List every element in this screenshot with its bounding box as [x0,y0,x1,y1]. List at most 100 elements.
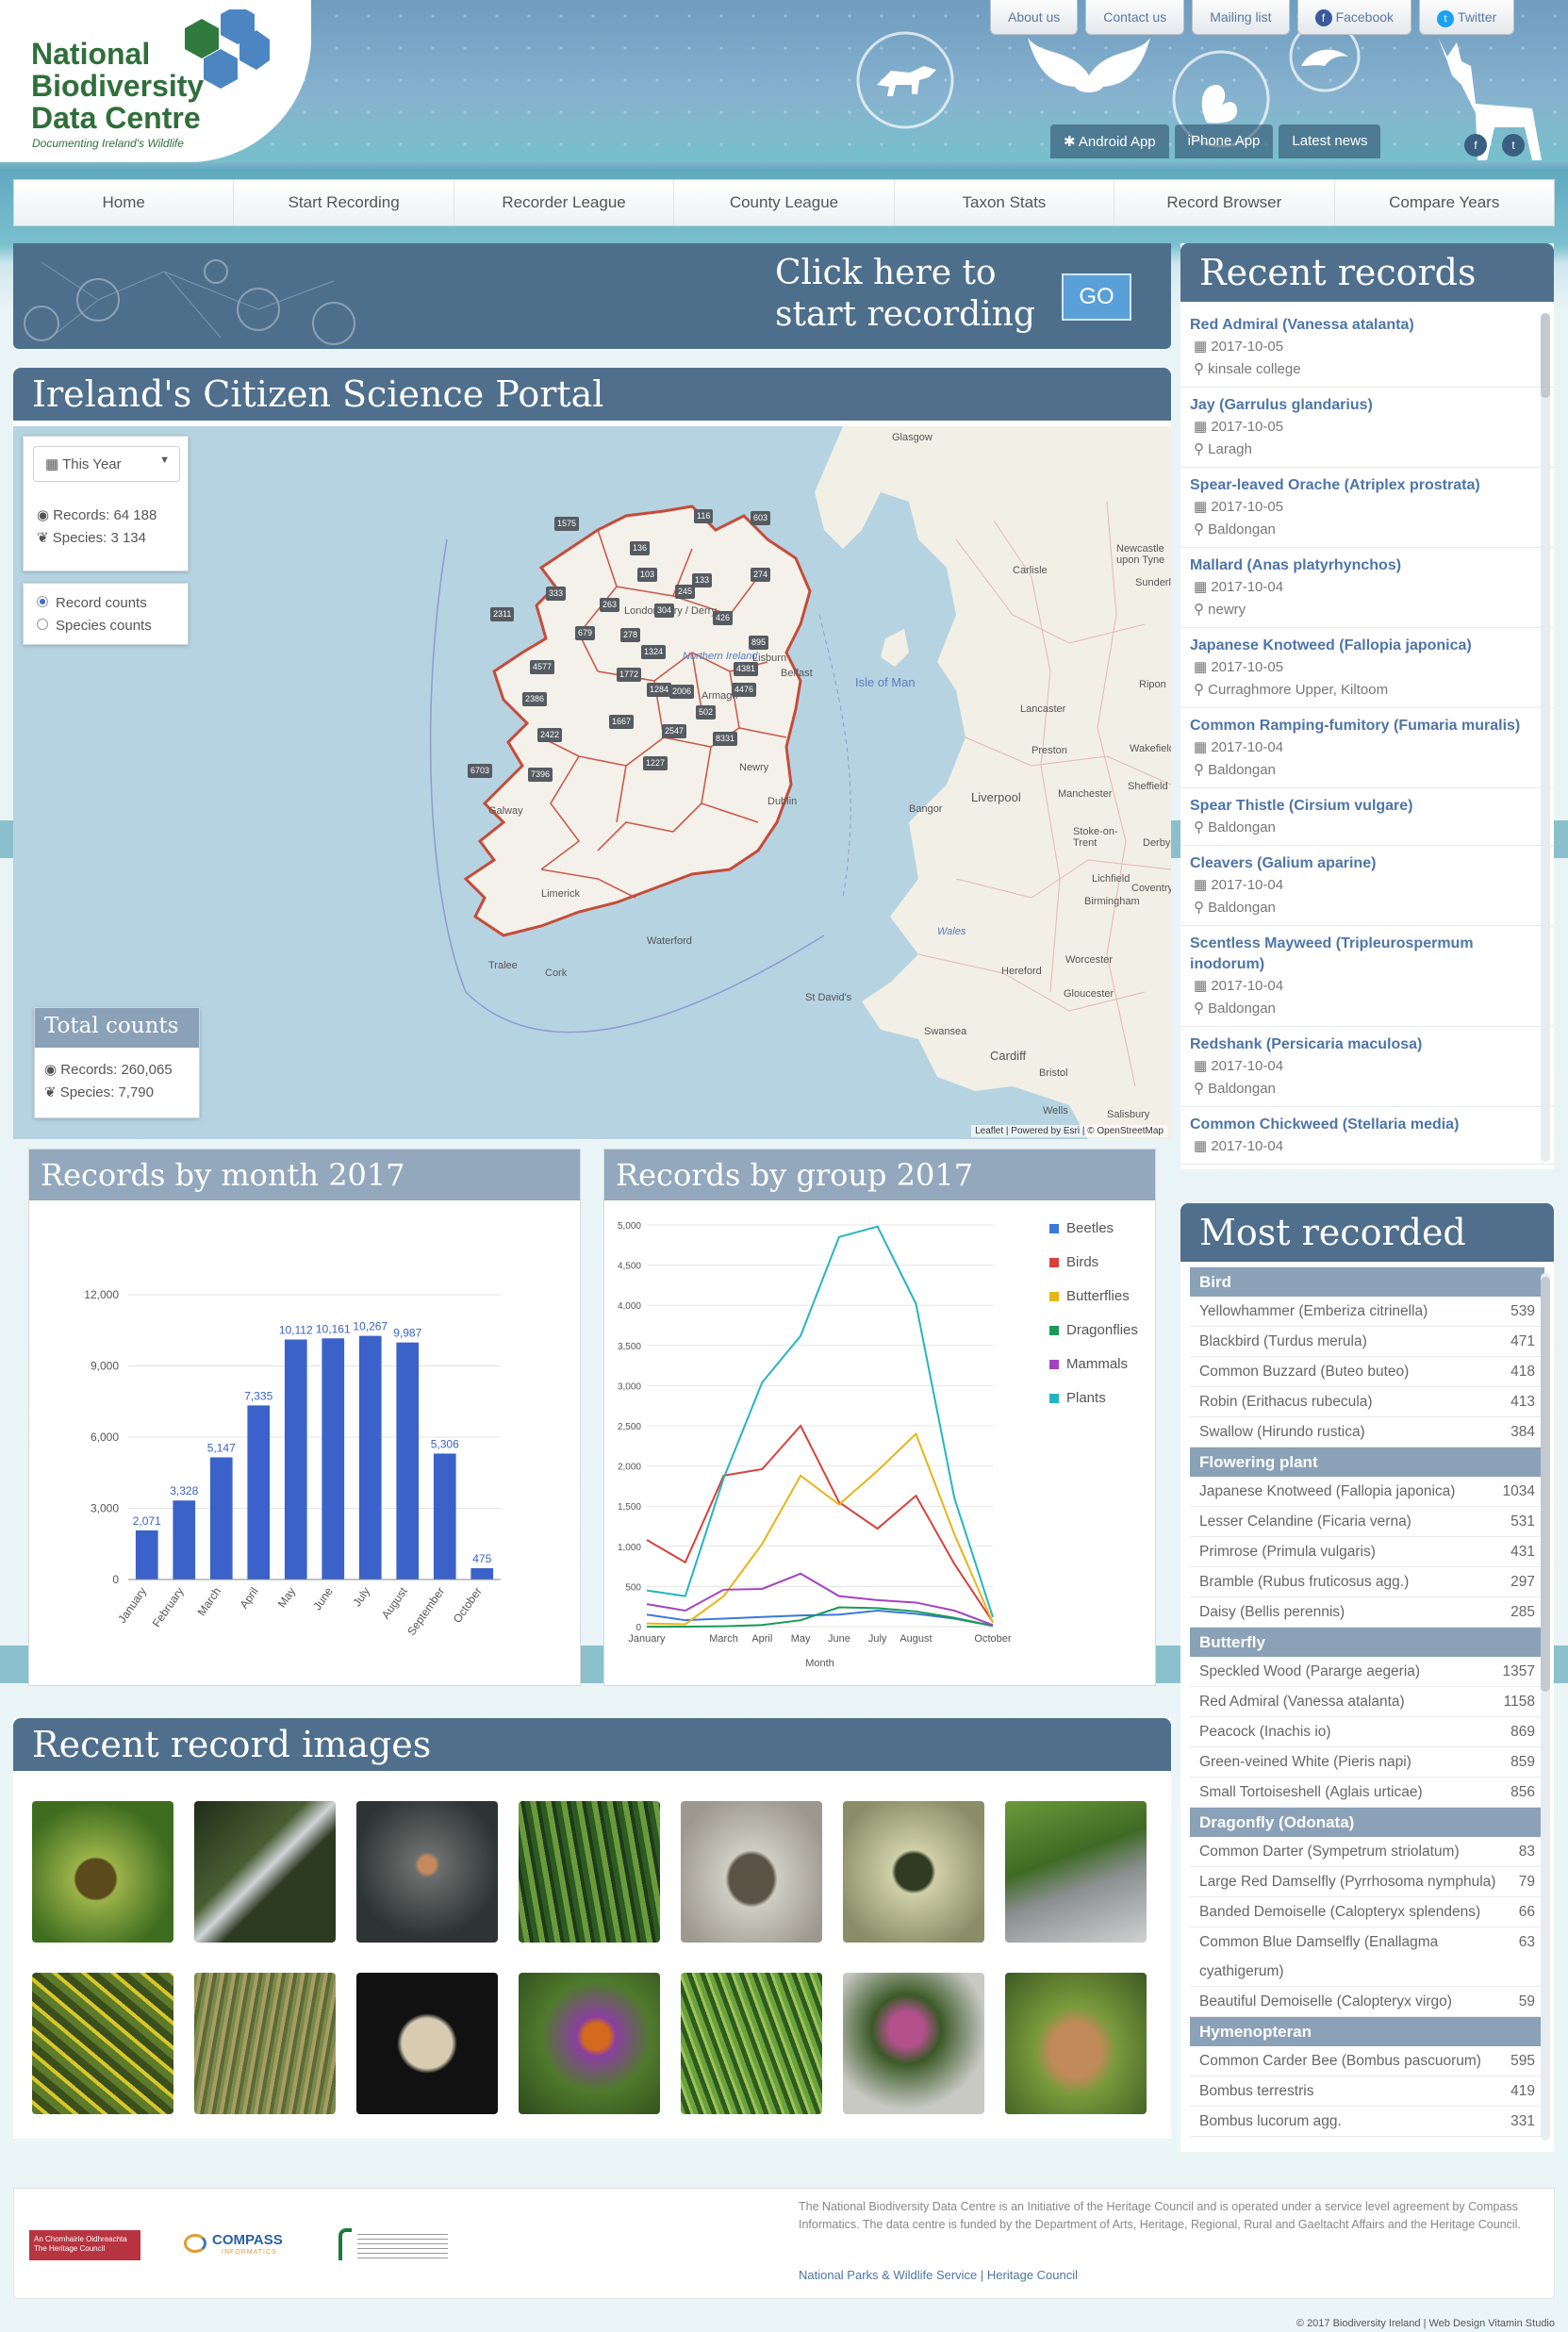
most-recorded-item[interactable]: Yellowhammer (Emberiza citrinella) 539 [1190,1297,1544,1327]
most-recorded-list[interactable]: Bird Yellowhammer (Emberiza citrinella) 53… [1180,1267,1554,2163]
count-marker[interactable]: 2006 [669,685,695,699]
record-image-thumbnail[interactable] [843,1973,984,2114]
count-marker[interactable]: 2386 [522,692,548,706]
count-marker[interactable]: 136 [630,541,651,555]
species-name[interactable]: Banded Demoiselle (Calopteryx splendens) [1199,1897,1480,1927]
recent-records-list[interactable]: Red Admiral (Vanessa atalanta) ▦ 2017-10-… [1180,307,1554,1169]
species-name[interactable]: Speckled Wood (Pararge aegeria) [1199,1657,1420,1686]
record-image-thumbnail[interactable] [194,1973,336,2114]
species-name[interactable]: Japanese Knotweed (Fallopia japonica) [1199,1477,1455,1506]
radio-unchecked[interactable] [37,619,48,630]
species-name[interactable]: Lesser Celandine (Ficaria verna) [1199,1507,1411,1536]
npws-link[interactable]: National Parks & Wildlife Service [799,2268,977,2282]
species-name[interactable]: Common Darter (Sympetrum striolatum) [1199,1837,1460,1866]
record-species-name[interactable]: Spear-leaved Orache (Atriplex prostrata) [1190,475,1544,496]
compass-logo[interactable]: COMPASS INFORMATICS [184,2230,305,2260]
record-image-thumbnail[interactable] [1005,1801,1147,1943]
count-marker[interactable]: 274 [751,568,771,582]
count-marker[interactable]: 304 [654,604,675,618]
record-species-name[interactable]: Mallard (Anas platyrhynchos) [1190,555,1544,576]
radio-checked[interactable] [37,596,48,607]
most-recorded-item[interactable]: Common Blue Damselfly (Enallagma cyathig… [1190,1927,1544,1987]
most-recorded-item[interactable]: Primrose (Primula vulgaris) 431 [1190,1537,1544,1567]
species-name[interactable]: Peacock (Inachis io) [1199,1717,1331,1746]
recent-record-item[interactable]: Scentless Mayweed (Tripleurospermum inod… [1180,926,1554,1027]
map[interactable]: Glasgow Newcastle upon Tyne Carlisle Sun… [13,426,1171,1139]
nav-recorder-league[interactable]: Recorder League [454,180,675,225]
count-marker[interactable]: 895 [749,636,769,650]
about-us-link[interactable]: About us [990,0,1079,35]
record-species-name[interactable]: Jay (Garrulus glandarius) [1190,395,1544,416]
count-marker[interactable]: 2422 [537,728,563,742]
species-name[interactable]: Swallow (Hirundo rustica) [1199,1417,1365,1447]
record-image-thumbnail[interactable] [519,1973,660,2114]
species-name[interactable]: Bombus lucorum agg. [1199,2107,1342,2136]
species-counts-radio[interactable]: Species counts [37,618,152,634]
go-button[interactable]: GO [1062,273,1131,321]
count-marker[interactable]: 426 [713,611,734,625]
most-recorded-item[interactable]: Robin (Erithacus rubecula) 413 [1190,1387,1544,1417]
species-name[interactable]: Yellowhammer (Emberiza citrinella) [1199,1297,1428,1326]
most-recorded-item[interactable]: Speckled Wood (Pararge aegeria) 1357 [1190,1657,1544,1687]
most-recorded-item[interactable]: Swallow (Hirundo rustica) 384 [1190,1417,1544,1447]
record-image-thumbnail[interactable] [32,1973,173,2114]
most-recorded-item[interactable]: Japanese Knotweed (Fallopia japonica) 103… [1190,1477,1544,1507]
recent-record-item[interactable]: Japanese Knotweed (Fallopia japonica) ▦ 2… [1180,628,1554,708]
most-recorded-item[interactable]: Banded Demoiselle (Calopteryx splendens)… [1190,1897,1544,1927]
recent-record-item[interactable]: Cleavers (Galium aparine) ▦ 2017-10-04 ⚲ B… [1180,846,1554,926]
record-counts-radio[interactable]: Record counts [37,595,147,611]
most-recorded-item[interactable]: Red Admiral (Vanessa atalanta) 1158 [1190,1687,1544,1717]
count-marker[interactable]: 8331 [713,732,738,746]
cta-text[interactable]: Click here to start recording [775,253,1035,336]
facebook-link[interactable]: f Facebook [1296,0,1412,35]
species-name[interactable]: Large Red Damselfly (Pyrrhosoma nymphula… [1199,1867,1495,1896]
heritage-council-link[interactable]: Heritage Council [987,2268,1078,2282]
record-image-thumbnail[interactable] [681,1973,822,2114]
count-marker[interactable]: 245 [675,585,696,599]
recent-record-item[interactable]: Redshank (Persicaria maculosa) ▦ 2017-10-… [1180,1027,1554,1107]
twitter-small-icon[interactable]: t [1502,134,1525,157]
record-species-name[interactable]: Japanese Knotweed (Fallopia japonica) [1190,636,1544,656]
count-marker[interactable]: 2311 [490,607,515,621]
count-marker[interactable]: 1227 [643,756,668,770]
most-recorded-item[interactable]: Lesser Celandine (Ficaria verna) 531 [1190,1507,1544,1537]
most-recorded-item[interactable]: Daisy (Bellis perennis) 285 [1190,1597,1544,1628]
heritage-council-logo[interactable]: An Chomhairle Oidhreachta The Heritage C… [29,2230,140,2260]
most-recorded-item[interactable]: Common Buzzard (Buteo buteo) 418 [1190,1357,1544,1387]
nav-home[interactable]: Home [14,180,235,225]
nav-record-browser[interactable]: Record Browser [1114,180,1335,225]
record-species-name[interactable]: Redshank (Persicaria maculosa) [1190,1034,1544,1055]
count-marker[interactable]: 1324 [641,645,667,659]
recent-record-item[interactable]: Red Admiral (Vanessa atalanta) ▦ 2017-10-… [1180,307,1554,388]
record-image-thumbnail[interactable] [519,1801,660,1943]
period-select[interactable]: ▦ This Year ▼ [33,446,180,482]
species-name[interactable]: Robin (Erithacus rubecula) [1199,1387,1373,1416]
species-name[interactable]: Red Admiral (Vanessa atalanta) [1199,1687,1405,1716]
most-recorded-item[interactable]: Small Tortoiseshell (Aglais urticae) 856 [1190,1778,1544,1808]
count-marker[interactable]: 278 [620,628,641,642]
count-marker[interactable]: 4577 [530,660,555,674]
count-marker[interactable]: 502 [696,705,717,719]
record-species-name[interactable]: Red Admiral (Vanessa atalanta) [1190,315,1544,336]
most-recorded-item[interactable]: Beautiful Demoiselle (Calopteryx virgo) 5… [1190,1987,1544,2017]
count-marker[interactable]: 103 [637,568,658,582]
most-recorded-item[interactable]: Common Darter (Sympetrum striolatum) 83 [1190,1837,1544,1867]
record-image-thumbnail[interactable] [356,1801,498,1943]
government-harp-logo[interactable] [338,2228,452,2262]
record-image-thumbnail[interactable] [1005,1973,1147,2114]
record-image-thumbnail[interactable] [356,1973,498,2114]
count-marker[interactable]: 133 [692,573,713,587]
recent-record-item[interactable]: Jay (Garrulus glandarius) ▦ 2017-10-05 ⚲ L… [1180,388,1554,468]
species-name[interactable]: Common Carder Bee (Bombus pascuorum) [1199,2046,1481,2076]
record-image-thumbnail[interactable] [32,1801,173,1943]
species-name[interactable]: Primrose (Primula vulgaris) [1199,1537,1376,1566]
most-recorded-item[interactable]: Bramble (Rubus fruticosus agg.) 297 [1190,1567,1544,1597]
count-marker[interactable]: 1284 [647,683,672,697]
species-name[interactable]: Blackbird (Turdus merula) [1199,1327,1367,1356]
nav-start-recording[interactable]: Start Recording [234,180,454,225]
species-name[interactable]: Green-veined White (Pieris napi) [1199,1747,1411,1777]
species-name[interactable]: Daisy (Bellis perennis) [1199,1597,1345,1627]
species-name[interactable]: Bramble (Rubus fruticosus agg.) [1199,1567,1409,1596]
recent-record-item[interactable]: Common Chickweed (Stellaria media) ▦ 2017… [1180,1107,1554,1165]
iphone-app-link[interactable]: iPhone App [1174,124,1274,158]
